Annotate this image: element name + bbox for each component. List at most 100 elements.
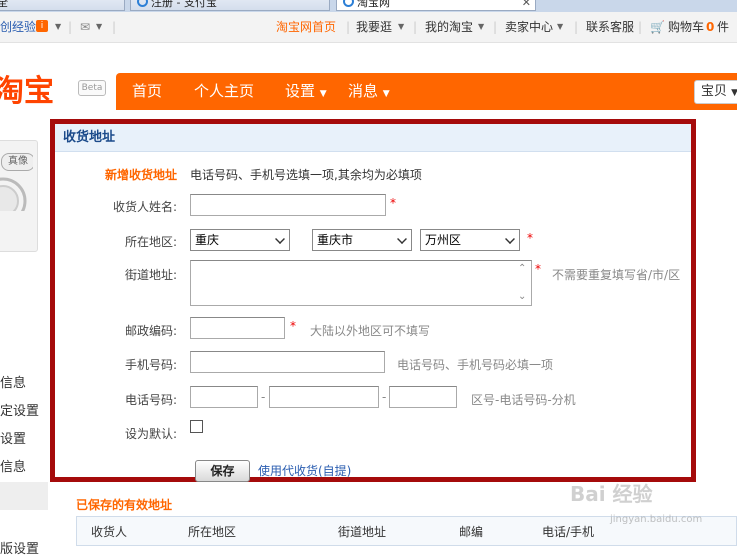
required-mark: * — [535, 262, 541, 276]
search-scope-select[interactable]: 宝贝 ▼ — [694, 80, 737, 104]
cart-link[interactable]: 购物车 — [668, 12, 704, 42]
chevron-down-icon: ▼ — [731, 88, 737, 98]
province-value: 重庆 — [195, 233, 220, 247]
chevron-down-icon: ▼ — [319, 89, 327, 99]
new-address-label: 新增收货地址 — [104, 168, 177, 182]
sidebar-item-info-2[interactable]: 信息 — [0, 456, 26, 475]
customer-service-link[interactable]: 联系客服 — [586, 12, 634, 42]
baidu-watermark-url: jingyan.baidu.com — [610, 514, 703, 525]
chevron-down-icon[interactable]: ▼ — [55, 12, 61, 42]
sidebar-item-info[interactable]: 信息 — [0, 372, 26, 391]
phone-extension-input[interactable] — [389, 386, 457, 408]
chevron-down-icon: ▼ — [382, 89, 390, 99]
taobao-home-link[interactable]: 淘宝网首页 — [276, 12, 336, 42]
new-address-hint: 电话号码、手机号选填一项,其余均为必填项 — [190, 168, 422, 182]
mobile-input[interactable] — [190, 351, 385, 373]
column-recipient: 收货人 — [91, 525, 128, 539]
tab-label: 全 — [0, 0, 8, 9]
panel-title: 收货地址 — [63, 130, 116, 145]
chevron-down-icon — [505, 234, 515, 244]
street-hint: 不需要重复填写省/市/区 — [552, 268, 681, 282]
cart-count: 0 — [706, 20, 715, 34]
browser-tab-taobao[interactable]: 淘宝网 ✕ — [336, 0, 536, 11]
tab-label: 淘宝网 — [357, 0, 390, 9]
browser-tab-strip: 全 注册 - 支付宝 淘宝网 ✕ — [0, 0, 737, 12]
mobile-hint: 电话号码、手机号码必填一项 — [397, 358, 554, 372]
chevron-down-icon[interactable]: ▼ — [398, 12, 404, 42]
recipient-name-input[interactable] — [190, 194, 386, 216]
beta-badge: Beta — [78, 80, 106, 96]
seller-center-link[interactable]: 卖家中心 — [505, 12, 553, 42]
close-icon[interactable]: ✕ — [522, 0, 531, 10]
phone-area-input[interactable] — [190, 386, 258, 408]
badge-icon: i — [36, 20, 48, 32]
cart-unit: 件 — [717, 20, 730, 34]
avatar-label: 真像 — [1, 153, 33, 171]
sidebar-highlight — [0, 482, 48, 510]
postcode-hint: 大陆以外地区可不填写 — [310, 324, 431, 338]
avatar[interactable]: 真像 — [0, 151, 33, 211]
my-taobao-link[interactable]: 我的淘宝 — [425, 12, 473, 42]
phone-number-input[interactable] — [269, 386, 379, 408]
required-mark: * — [390, 196, 396, 210]
phone-label: 电话号码: — [124, 393, 177, 407]
phone-hint: 区号-电话号码-分机 — [471, 393, 576, 407]
column-street: 街道地址 — [338, 525, 387, 539]
saved-addresses-title: 已保存的有效地址 — [76, 498, 173, 512]
district-select[interactable]: 万州区 — [420, 229, 520, 251]
chevron-down-icon — [397, 234, 407, 244]
postcode-label: 邮政编码: — [124, 324, 177, 338]
chevron-down-icon[interactable]: ▼ — [96, 12, 102, 42]
mobile-label: 手机号码: — [124, 358, 177, 372]
column-phone: 电话/手机 — [542, 525, 595, 539]
nav-messages[interactable]: 消息 ▼ — [348, 73, 390, 113]
scroll-down-icon[interactable]: ⌄ — [518, 292, 528, 302]
tab-label: 注册 - 支付宝 — [151, 0, 217, 9]
sidebar-item-binding-settings[interactable]: 定设置 — [0, 400, 39, 419]
required-mark: * — [527, 231, 533, 245]
city-select[interactable]: 重庆市 — [312, 229, 412, 251]
nav-settings[interactable]: 设置 ▼ — [285, 73, 327, 113]
required-mark: * — [290, 319, 296, 333]
browser-tab-alipay[interactable]: 注册 - 支付宝 — [130, 0, 330, 11]
site-top-bar: 创经验 i ▼ | ✉ ▼ | 淘宝网首页 | 我要逛 ▼ | 我的淘宝 ▼ |… — [0, 12, 737, 43]
nav-messages-label: 消息 — [348, 82, 379, 100]
mail-icon[interactable]: ✉ — [80, 12, 90, 42]
experience-link[interactable]: 创经验 — [0, 12, 36, 42]
cart-icon[interactable]: 🛒 — [650, 12, 665, 42]
browse-link[interactable]: 我要逛 — [356, 12, 392, 42]
province-select[interactable]: 重庆 — [190, 229, 290, 251]
district-value: 万州区 — [425, 233, 462, 247]
search-scope-value: 宝贝 — [701, 84, 728, 99]
city-value: 重庆市 — [317, 233, 354, 247]
nav-profile[interactable]: 个人主页 — [194, 73, 254, 110]
nav-home[interactable]: 首页 — [132, 73, 162, 110]
phone-dash: - — [382, 390, 387, 404]
chevron-down-icon — [275, 234, 285, 244]
scroll-up-icon[interactable]: ⌃ — [518, 264, 528, 274]
street-textarea[interactable]: ⌃ ⌄ — [190, 260, 532, 306]
postcode-input[interactable] — [190, 317, 285, 339]
taobao-logo[interactable]: 淘宝 — [0, 74, 54, 110]
phone-dash: - — [261, 390, 266, 404]
street-label: 街道地址: — [124, 268, 177, 282]
main-nav: 首页 个人主页 设置 ▼ 消息 ▼ 宝贝 ▼ — [116, 73, 737, 110]
ie-icon — [343, 0, 354, 7]
sidebar-item-version-settings[interactable]: 版设置 — [0, 538, 39, 557]
pickup-service-link[interactable]: 使用代收货(自提) — [258, 462, 351, 479]
sidebar-avatar-card: 真像 — [0, 140, 38, 252]
sidebar-item-settings[interactable]: 设置 — [0, 428, 26, 447]
recipient-name-label: 收货人姓名: — [112, 200, 177, 214]
chevron-down-icon[interactable]: ▼ — [478, 12, 484, 42]
default-label: 设为默认: — [124, 427, 177, 441]
chevron-down-icon[interactable]: ▼ — [557, 12, 563, 42]
column-postcode: 邮编 — [459, 525, 484, 539]
panel-header: 收货地址 — [55, 124, 691, 152]
browser-tab-1[interactable]: 全 — [0, 0, 125, 11]
column-region: 所在地区 — [188, 525, 237, 539]
default-checkbox[interactable] — [190, 420, 203, 433]
baidu-watermark: Bai 经验 — [570, 482, 653, 506]
save-button[interactable]: 保存 — [195, 460, 250, 482]
region-label: 所在地区: — [124, 235, 177, 249]
ie-icon — [137, 0, 148, 7]
